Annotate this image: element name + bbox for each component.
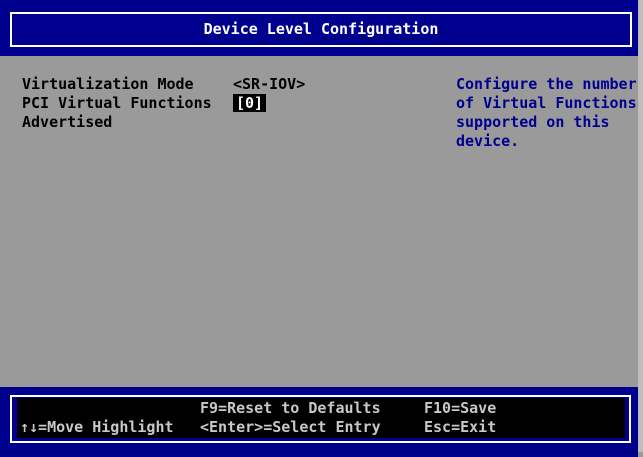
bios-setup-screen: Device Level Configuration Virtualizatio… xyxy=(0,0,643,457)
hint-exit: Esc=Exit xyxy=(424,418,496,437)
hint-reset-defaults: F9=Reset to Defaults xyxy=(200,399,381,418)
hint-move-highlight: ↑↓=Move Highlight xyxy=(20,418,174,437)
setting-value-virtualization-mode[interactable]: <SR-IOV> xyxy=(233,75,305,94)
hint-save: F10=Save xyxy=(424,399,496,418)
highlighted-value[interactable]: [0] xyxy=(233,94,266,112)
title-frame: Device Level Configuration xyxy=(10,12,632,47)
hint-select-entry: <Enter>=Select Entry xyxy=(200,418,381,437)
page-title: Device Level Configuration xyxy=(204,20,439,39)
help-text: Configure the number of Virtual Function… xyxy=(456,75,637,151)
footer-bar: F9=Reset to Defaults F10=Save ↑↓=Move Hi… xyxy=(0,387,638,457)
settings-area: Virtualization Mode <SR-IOV> PCI Virtual… xyxy=(0,56,643,387)
setting-label-virtualization-mode: Virtualization Mode xyxy=(22,75,194,94)
key-hints-bar: F9=Reset to Defaults F10=Save ↑↓=Move Hi… xyxy=(17,398,625,438)
footer-shadow-line xyxy=(0,451,638,452)
setting-value-pci-virtual-functions[interactable]: [0] xyxy=(233,94,266,113)
setting-label-pci-virtual-functions: PCI Virtual Functions Advertised xyxy=(22,94,212,132)
title-bar: Device Level Configuration xyxy=(0,0,638,56)
